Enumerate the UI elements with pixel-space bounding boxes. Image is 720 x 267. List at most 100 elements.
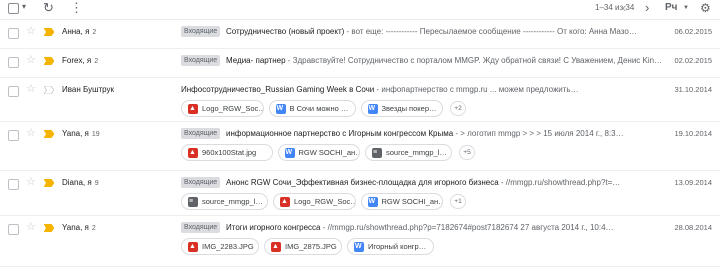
attachment-chip[interactable]: ▲ Logo_RGW_Soc… (273, 193, 356, 210)
message-preview[interactable]: Итоги игорного конгресса - //mmgp.ru/sho… (226, 222, 666, 233)
select-dropdown-caret-icon[interactable]: ▾ (22, 2, 26, 11)
select-all-checkbox[interactable] (8, 3, 19, 14)
refresh-icon[interactable]: ↻ (43, 0, 54, 16)
star-icon[interactable]: ☆ (26, 83, 36, 96)
attachment-chip[interactable]: ▲ 960x100Stat.jpg (181, 144, 273, 161)
message-row[interactable]: ☆ Иван Буштрук Инфосотрудничество_Russian … (0, 78, 720, 122)
sender: Diana, я9 (62, 178, 99, 187)
more-attachments-badge[interactable]: +1 (450, 194, 466, 209)
image-file-icon: ▲ (188, 148, 198, 158)
more-attachments-badge[interactable]: +5 (459, 145, 475, 160)
doc-file-icon: W (367, 197, 378, 207)
importance-marker-icon[interactable] (44, 130, 54, 138)
attachment-name: Звезды покер… (381, 104, 437, 113)
attachment-chip[interactable]: ≡ source_mmgp_l… (365, 144, 452, 161)
attachment-chip[interactable]: W RGW SOCHI_ан… (360, 193, 443, 210)
doc-file-icon: W (284, 148, 295, 158)
row-checkbox[interactable] (8, 86, 19, 97)
snippet: - вот еще: ------------ Пересылаемое соо… (344, 27, 637, 36)
thread-count: 2 (91, 225, 96, 232)
star-icon[interactable]: ☆ (26, 25, 36, 38)
attachment-name: IMG_2283.JPG (202, 242, 254, 251)
more-vert-icon[interactable]: ⋮ (70, 0, 83, 16)
row-checkbox[interactable] (8, 179, 19, 190)
attachment-name: RGW SOCHI_ан… (381, 197, 443, 206)
generic-file-icon: ≡ (188, 197, 198, 207)
inbox-label[interactable]: Входящие (181, 26, 221, 37)
message-preview[interactable]: Медиа- партнер - Здравствуйте! Сотруднич… (226, 55, 666, 66)
chevron-left-icon[interactable]: ‹ (622, 0, 626, 16)
attachment-name: source_mmgp_l… (202, 197, 263, 206)
row-checkbox[interactable] (8, 224, 19, 235)
thread-count: 2 (94, 58, 99, 65)
row-checkbox[interactable] (8, 28, 19, 39)
inbox-label[interactable]: Входящие (181, 128, 221, 139)
chevron-right-icon[interactable]: › (645, 0, 649, 16)
sender: Forex, я2 (62, 56, 98, 65)
message-row[interactable]: ☆ Анна, я 2 Входящие Сотрудничество (новый п… (0, 20, 720, 49)
sender-name: Анна, я (62, 27, 90, 36)
snippet: - //mmgp.ru/showthread.php?p=7182674#pos… (320, 223, 614, 232)
attachment-name: В Сочи можно … (289, 104, 349, 113)
importance-marker-icon[interactable] (44, 224, 54, 232)
input-tools-button[interactable]: Рч (665, 2, 677, 13)
subject: Инфосотрудничество_Russian Gaming Week в… (181, 85, 375, 94)
attachment-name: Игорный конгр… (368, 242, 427, 251)
toolbar: ▾ ↻ ⋮ 1–34 из 34 ‹ › Рч ▼ ⚙ (0, 0, 720, 20)
row-checkbox[interactable] (8, 130, 19, 141)
gear-icon[interactable]: ⚙ (700, 0, 711, 16)
attachment-name: IMG_2875.JPG (285, 242, 337, 251)
subject: Итоги игорного конгресса (226, 223, 321, 232)
image-file-icon: ▲ (188, 242, 198, 252)
generic-file-icon: ≡ (372, 148, 382, 158)
subject: Анонс RGW Сочи_Эффективная бизнес-площад… (226, 178, 499, 187)
message-date: 31.10.2014 (674, 85, 712, 94)
star-icon[interactable]: ☆ (26, 127, 36, 140)
message-row[interactable]: ☆ Yana, я 2 Входящие Итоги игорного конгресс… (0, 216, 720, 267)
attachment-chip[interactable]: ≡ source_mmgp_l… (181, 193, 268, 210)
message-row[interactable]: ☆ Diana, я 9 Входящие Анонс RGW Сочи_Эффекти… (0, 171, 720, 216)
message-date: 28.08.2014 (674, 223, 712, 232)
sender: Анна, я2 (62, 27, 96, 36)
message-row[interactable]: ☆ Forex, я 2 Входящие Медиа- партнер - Здрав… (0, 49, 720, 78)
sender: Иван Буштрук (62, 85, 114, 94)
inbox-label[interactable]: Входящие (181, 177, 221, 188)
image-file-icon: ▲ (280, 197, 290, 207)
pagination-range: 1–34 из 34 (595, 3, 635, 12)
importance-marker-icon[interactable] (44, 28, 54, 36)
message-preview[interactable]: Анонс RGW Сочи_Эффективная бизнес-площад… (226, 177, 666, 188)
importance-marker-icon[interactable] (44, 86, 54, 94)
sender-name: Иван Буштрук (62, 85, 115, 94)
message-preview[interactable]: Инфосотрудничество_Russian Gaming Week в… (181, 84, 666, 95)
attachment-name: 960x100Stat.jpg (202, 148, 257, 157)
message-row[interactable]: ☆ Yana, я 19 Входящие информационное партнер… (0, 122, 720, 171)
input-tools-caret-icon[interactable]: ▼ (683, 5, 689, 11)
message-date: 06.02.2015 (674, 27, 712, 36)
attachment-chip[interactable]: W Звезды покер… (360, 100, 443, 117)
star-icon[interactable]: ☆ (26, 176, 36, 189)
message-preview[interactable]: Сотрудничество (новый проект) - вот еще:… (226, 26, 666, 37)
message-preview[interactable]: информационное партнерство с Игорным кон… (226, 128, 666, 139)
attachment-chip[interactable]: W Игорный конгр… (347, 238, 434, 255)
row-checkbox[interactable] (8, 57, 19, 68)
doc-file-icon: W (367, 104, 378, 114)
attachment-chip[interactable]: ▲ Logo_RGW_Soc… (181, 100, 264, 117)
importance-marker-icon[interactable] (44, 57, 54, 65)
attachment-chip[interactable]: ▲ IMG_2283.JPG (181, 238, 259, 255)
importance-marker-icon[interactable] (44, 179, 54, 187)
image-file-icon: ▲ (188, 104, 198, 114)
snippet: - //mmgp.ru/showthread.php?t=… (498, 178, 621, 187)
attachment-name: Logo_RGW_Soc… (202, 104, 264, 113)
attachment-chip[interactable]: WВ Сочи можно … (268, 100, 356, 117)
inbox-label[interactable]: Входящие (181, 222, 221, 233)
star-icon[interactable]: ☆ (26, 54, 36, 67)
sender-name: Forex, я (62, 56, 92, 65)
inbox-label[interactable]: Входящие (181, 55, 221, 66)
subject: информационное партнерство с Игорным кон… (226, 129, 454, 138)
image-file-icon: ▲ (271, 242, 281, 252)
attachment-chip[interactable]: ▲ IMG_2875.JPG (264, 238, 342, 255)
star-icon[interactable]: ☆ (26, 221, 36, 234)
attachment-chip[interactable]: W RGW SOCHI_ан… (277, 144, 360, 161)
more-attachments-badge[interactable]: +2 (450, 101, 466, 116)
snippet: - инфопартнерство с mmgp.ru ... можем пр… (374, 85, 579, 94)
